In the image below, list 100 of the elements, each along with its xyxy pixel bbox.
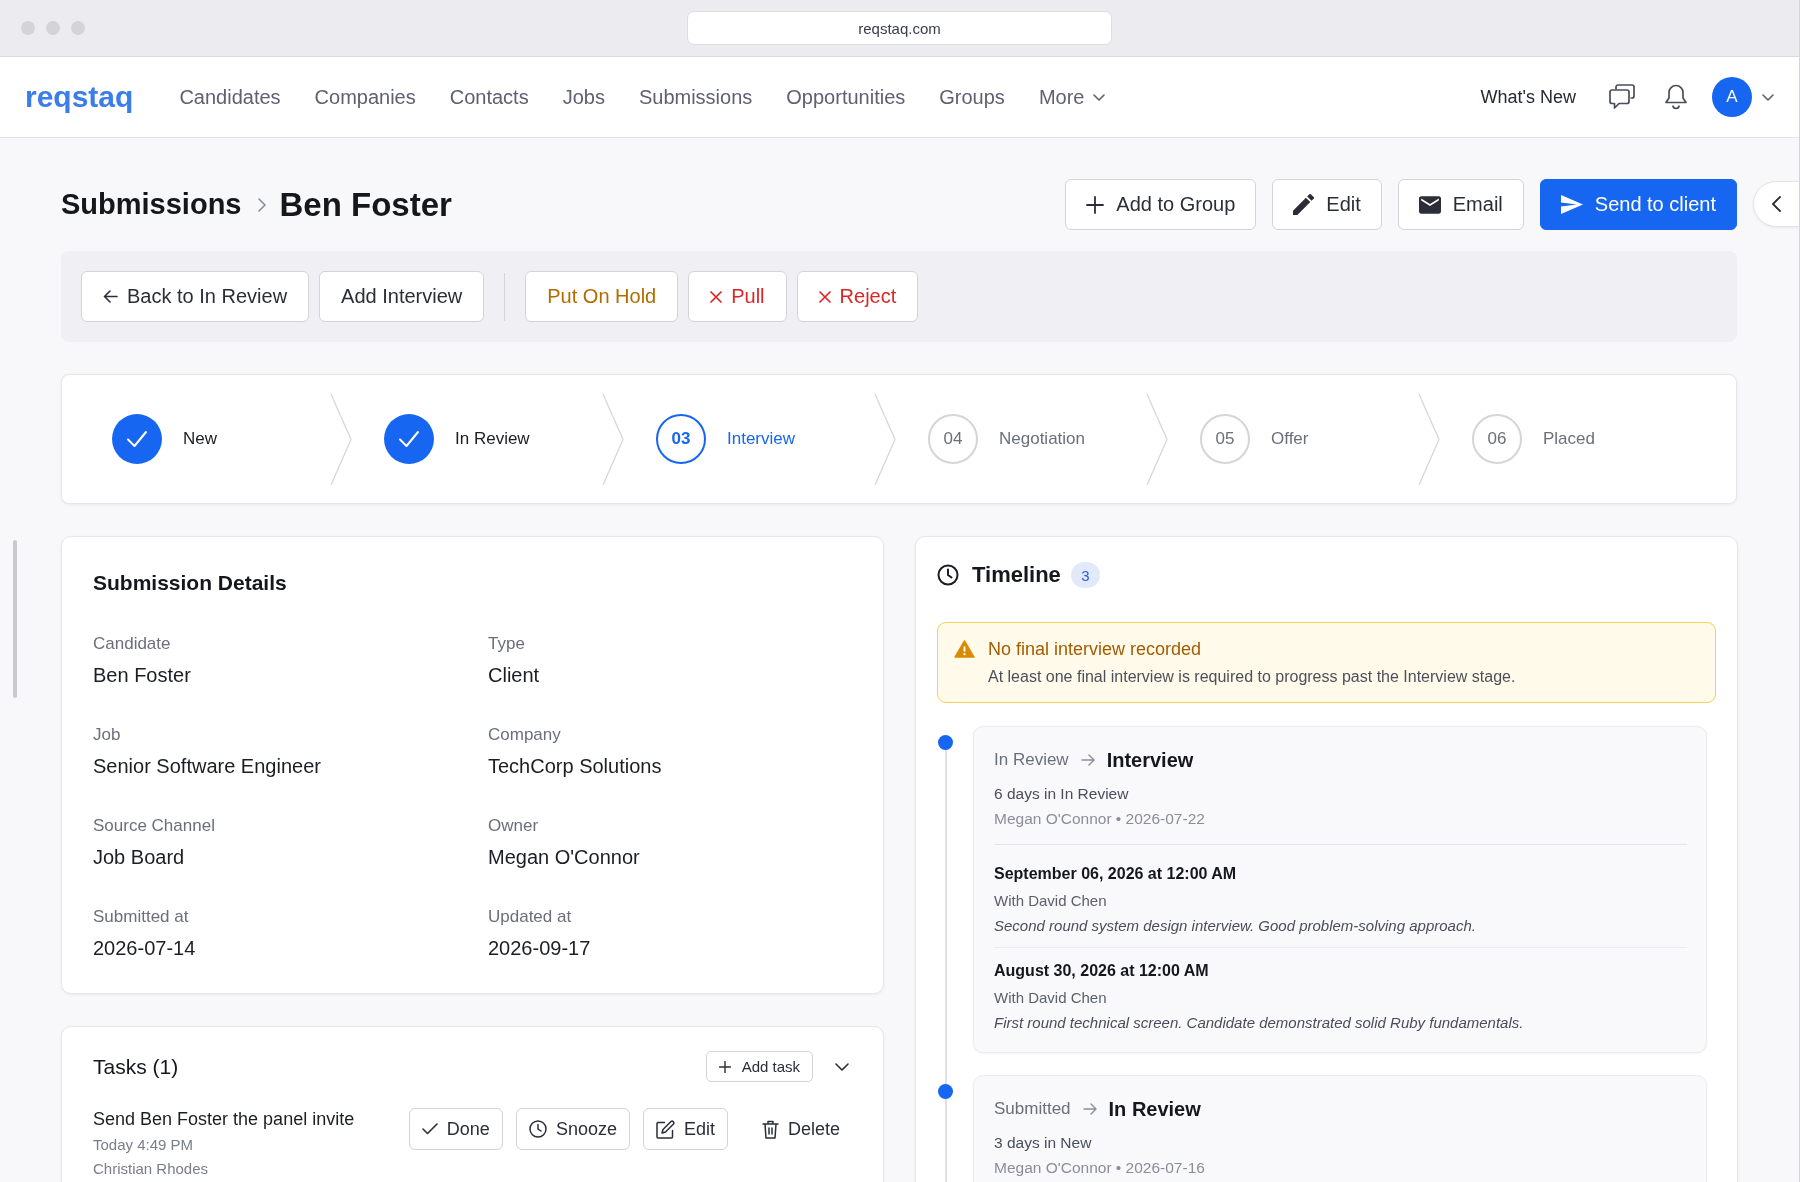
trash-icon [761, 1119, 779, 1139]
user-avatar[interactable]: A [1712, 77, 1752, 117]
duration-text: 3 days in New [994, 1133, 1093, 1153]
interview-with: With David Chen [994, 988, 1108, 1008]
step-number: 05 [1200, 414, 1250, 464]
put-on-hold-button[interactable]: Put On Hold [525, 271, 679, 322]
chevron-right-icon [257, 197, 266, 212]
status-from: In Review [994, 750, 1069, 770]
app-logo[interactable]: reqstaq [25, 80, 134, 114]
card-title: Tasks (1) [93, 1054, 179, 1079]
check-icon [421, 1123, 438, 1135]
interview-note: Second round system design interview. Good problem-solving approach. [994, 916, 1477, 936]
task-due-time: Today 4:49 PM [93, 1135, 195, 1154]
pencil-square-icon [655, 1119, 675, 1139]
field-label: Company [488, 724, 562, 746]
caret-down-icon [1093, 93, 1106, 101]
card-title: Submission Details [93, 570, 288, 596]
interview-with: With David Chen [994, 891, 1108, 911]
done-button[interactable]: Done [408, 1108, 503, 1150]
cross-icon [710, 290, 723, 303]
chat-bubbles-icon[interactable] [1608, 84, 1636, 110]
status-from: Submitted [994, 1099, 1071, 1119]
add-to-group-button[interactable]: Add to Group [1065, 179, 1257, 230]
step-number: 04 [928, 414, 978, 464]
caret-down-icon[interactable] [1762, 93, 1774, 101]
clock-icon [937, 564, 959, 586]
back-button[interactable]: Back to In Review [81, 271, 310, 322]
field-value: 2026-09-17 [488, 936, 592, 961]
count-badge: 3 [1070, 562, 1100, 588]
field-value: Megan O'Connor [488, 845, 641, 870]
arrow-right-icon [1082, 1103, 1097, 1115]
chevron-divider-icon [1418, 393, 1440, 485]
alert-text: At least one final interview is required to progress past the Interview stage. [988, 667, 1516, 687]
interview-note: First round technical screen. Candidate demonstrated solid Ruby fundamentals. [994, 1013, 1525, 1033]
step-label: In Review [455, 429, 530, 449]
chevron-left-icon [1772, 196, 1781, 212]
entry-meta: Megan O'Connor • 2026-07-16 [994, 1158, 1206, 1178]
step-label: Negotiation [999, 429, 1085, 449]
field-label: Source Channel [93, 815, 216, 837]
field-label: Type [488, 633, 526, 655]
email-button[interactable]: Email [1397, 179, 1524, 230]
step-number: 06 [1472, 414, 1522, 464]
task-assignee: Christian Rhodes [93, 1159, 210, 1178]
whats-new-link[interactable]: What's New [1480, 86, 1576, 108]
nav-link[interactable]: Submissions [638, 85, 753, 109]
field-label: Owner [488, 815, 540, 837]
alert-title: No final interview recorded [988, 638, 1203, 661]
field-label: Job [93, 724, 122, 746]
action-button[interactable]: Pull [688, 271, 787, 322]
send-to-client-button[interactable]: Send to client [1539, 179, 1737, 230]
scrollbar-thumb[interactable] [13, 540, 17, 698]
action-button[interactable]: Add Interview [319, 271, 485, 322]
chevron-divider-icon [874, 393, 896, 485]
address-field[interactable]: reqstaq.com [687, 11, 1112, 45]
chevron-down-icon[interactable] [835, 1062, 849, 1071]
step-number: 03 [656, 414, 706, 464]
clock-icon [528, 1120, 547, 1138]
nav-link[interactable]: Jobs [562, 85, 605, 109]
warning-icon [954, 640, 975, 658]
step-label: Placed [1543, 429, 1595, 449]
status-to: Interview [1106, 748, 1194, 772]
nav-link[interactable]: Contacts [449, 85, 529, 109]
field-label: Submitted at [93, 906, 190, 928]
edit-task-button[interactable]: Edit [642, 1108, 728, 1150]
timeline-dot-icon [938, 1084, 953, 1099]
snooze-button[interactable]: Snooze [515, 1108, 630, 1150]
bell-icon[interactable] [1664, 84, 1688, 110]
field-value: Client [488, 663, 541, 688]
field-value: Job Board [93, 845, 186, 870]
envelope-icon [1418, 195, 1441, 214]
page-title: Ben Foster [279, 185, 452, 224]
interview-time: August 30, 2026 at 12:00 AM [994, 961, 1210, 981]
paper-plane-icon [1560, 195, 1583, 214]
nav-link[interactable]: Candidates [179, 85, 281, 109]
step-label: Offer [1271, 429, 1309, 449]
duration-text: 6 days in In Review [994, 784, 1130, 804]
card-title: Timeline [972, 562, 1061, 588]
nav-link[interactable]: Opportunities [786, 85, 906, 109]
collapse-panel-button[interactable] [1753, 181, 1799, 227]
task-title: Send Ben Foster the panel invite [93, 1108, 355, 1130]
breadcrumb-link[interactable]: Submissions [61, 188, 242, 221]
field-label: Candidate [93, 633, 172, 655]
nav-dropdown[interactable]: More [1038, 85, 1106, 109]
chevron-divider-icon [330, 393, 352, 485]
field-value: Ben Foster [93, 663, 192, 688]
action-button[interactable]: Reject [796, 271, 919, 322]
plus-icon [1086, 195, 1105, 214]
interview-time: September 06, 2026 at 12:00 AM [994, 864, 1238, 884]
nav-link[interactable]: Groups [939, 85, 1005, 109]
nav-link[interactable]: Companies [314, 85, 416, 109]
step-label: New [183, 429, 217, 449]
delete-button[interactable]: Delete [752, 1108, 849, 1150]
step-label: Interview [727, 429, 796, 449]
add-task-button[interactable]: Add task [705, 1051, 813, 1082]
plus-icon [718, 1060, 731, 1073]
timeline-dot-icon [938, 735, 953, 750]
pencil-icon [1293, 194, 1315, 215]
edit-button[interactable]: Edit [1272, 179, 1382, 230]
chevron-divider-icon [1146, 393, 1168, 485]
field-value: TechCorp Solutions [488, 754, 663, 779]
